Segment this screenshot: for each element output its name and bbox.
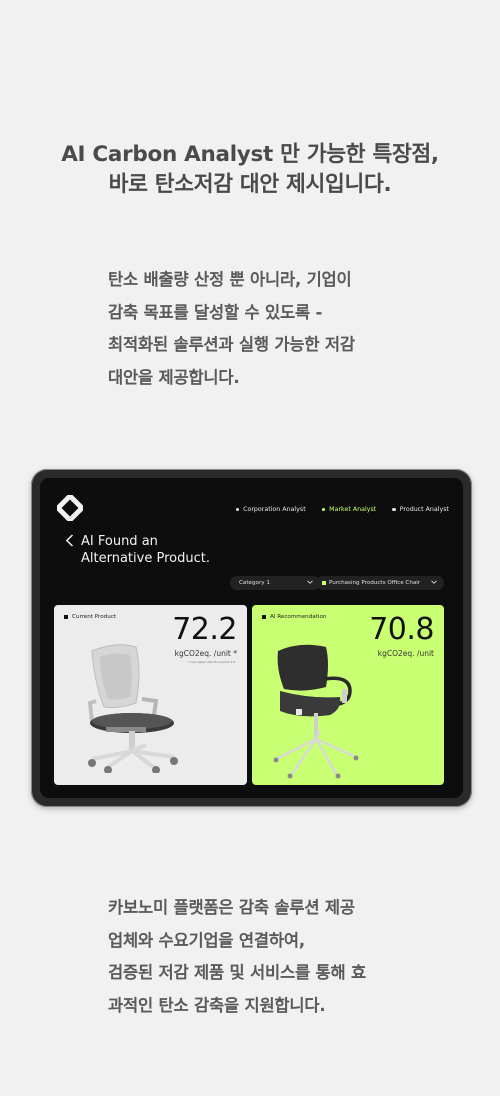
current-product-card[interactable]: Current Product 72.2 kgCO2eq. /unit * * … <box>54 605 247 785</box>
outro-line: 과적인 탄소 감축을 지원합니다. <box>108 995 326 1015</box>
chevron-down-icon <box>431 580 437 584</box>
ai-recommendation-label: AI Recommendation <box>270 614 327 620</box>
nav-dot-icon <box>321 507 326 512</box>
label-square-icon <box>64 615 68 619</box>
purchasing-products-select[interactable]: Purchasing Products Office Chair <box>316 576 444 590</box>
category-select-value: Category 1 <box>239 580 270 586</box>
headline: AI Carbon Analyst 만 가능한 특장점, 바로 탄소저감 대안 … <box>0 140 500 200</box>
current-product-label: Current Product <box>72 614 117 620</box>
category-select[interactable]: Category 1 <box>230 576 320 590</box>
nav-dot-icon <box>392 507 396 512</box>
title-line-2: Alternative Product. <box>81 551 210 566</box>
card-label: Current Product <box>64 614 116 620</box>
intro-line: 최적화된 솔루션과 실행 가능한 저감 <box>108 335 355 354</box>
top-nav: Corporation Analyst Market Analyst Produ… <box>235 506 449 513</box>
card-label: AI Recommendation <box>262 614 326 620</box>
chevron-left-icon[interactable] <box>65 534 74 547</box>
app-screen: Corporation Analyst Market Analyst Produ… <box>40 478 463 798</box>
outro-line: 업체와 수요기업을 연결하여, <box>108 930 305 950</box>
outro-line: 검증된 저감 제품 및 서비스를 통해 효 <box>108 963 366 982</box>
chevron-down-icon <box>307 580 313 584</box>
accent-square-icon <box>322 580 326 585</box>
nav-market-analyst[interactable]: Market Analyst <box>321 506 377 513</box>
brand-logo-icon[interactable] <box>57 495 83 521</box>
intro-paragraph: 탄소 배출량 산정 뿐 아니라, 기업이 감축 목표를 달성할 수 있도록 - … <box>108 264 428 394</box>
nav-label: Corporation Analyst <box>243 506 306 513</box>
page-title-text: AI Found an Alternative Product. <box>81 533 210 567</box>
purchasing-select-value: Purchasing Products Office Chair <box>329 580 421 586</box>
nav-label: Market Analyst <box>329 506 377 513</box>
office-chair-image <box>87 644 178 773</box>
nav-dot-icon <box>235 507 240 512</box>
ai-recommendation-unit: kgCO2eq. /unit <box>377 649 434 658</box>
outro-paragraph: 카보노미 플랫폼은 감축 솔루션 제공 업체와 수요기업을 연결하여, 검증된 … <box>108 892 428 1022</box>
ai-recommendation-card[interactable]: AI Recommendation 70.8 kgCO2eq. /unit <box>252 605 444 785</box>
tablet-mockup: Corporation Analyst Market Analyst Produ… <box>31 469 472 807</box>
nav-product-analyst[interactable]: Product Analyst <box>392 506 449 513</box>
intro-line: 탄소 배출량 산정 뿐 아니라, 기업이 <box>108 270 352 289</box>
intro-line: 대안을 제공합니다. <box>108 367 240 387</box>
headline-line-2: 바로 탄소저감 대안 제시입니다. <box>108 172 392 197</box>
nav-corporation-analyst[interactable]: Corporation Analyst <box>235 506 306 513</box>
label-square-icon <box>262 615 266 619</box>
office-chair-image <box>273 644 359 779</box>
outro-line: 카보노미 플랫폼은 감축 솔루션 제공 <box>108 898 355 917</box>
title-line-1: AI Found an <box>81 534 158 549</box>
current-product-note: * Calculated with Ecoinvent 3.8 <box>187 660 235 664</box>
headline-line-1: AI Carbon Analyst 만 가능한 특장점, <box>61 142 439 167</box>
ai-recommendation-value: 70.8 <box>369 612 434 647</box>
nav-label: Product Analyst <box>399 506 449 513</box>
intro-line: 감축 목표를 달성할 수 있도록 - <box>108 302 323 322</box>
